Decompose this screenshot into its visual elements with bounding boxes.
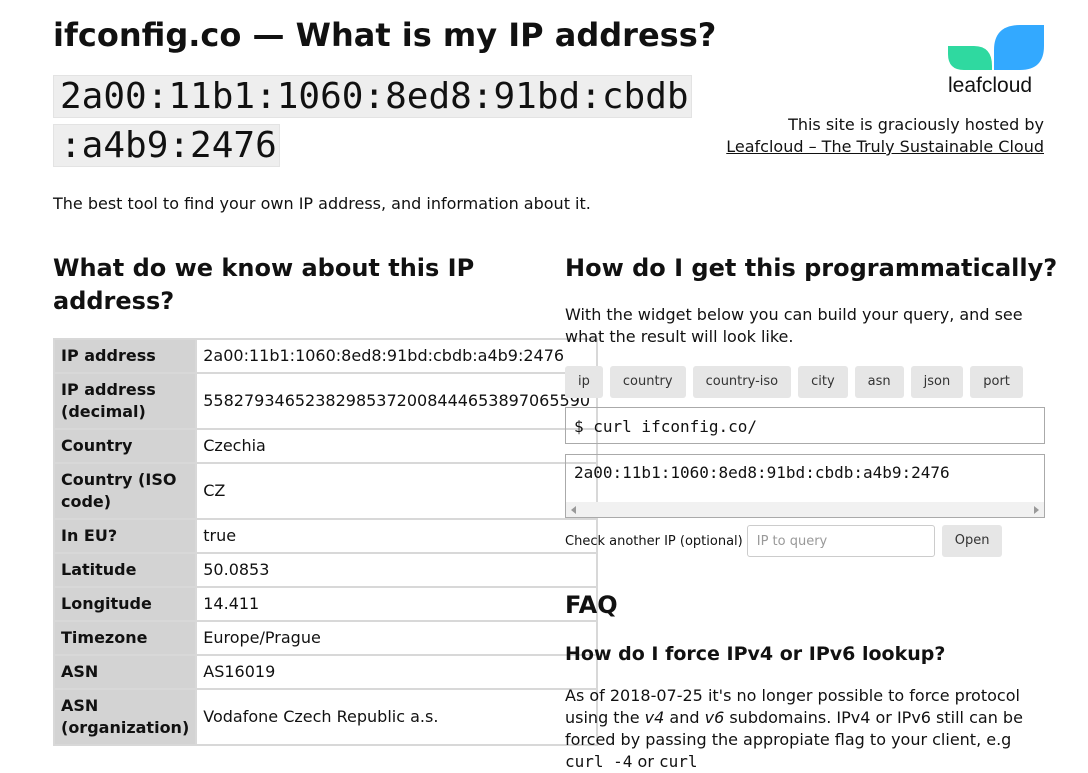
ip-info-heading-line-2: address? [53, 287, 175, 315]
curl-result-text: 2a00:11b1:1060:8ed8:91bd:cbdb:a4b9:2476 [574, 463, 950, 482]
row-value: 55827934652382985372008444653897065590 [195, 372, 599, 430]
faq-answer-text: and [664, 708, 705, 727]
horizontal-scrollbar[interactable] [566, 502, 1044, 517]
faq-answer-text: or [632, 752, 659, 771]
query-type-buttons: ip country country-iso city asn json por… [565, 366, 1023, 398]
query-button-country-iso[interactable]: country-iso [692, 366, 792, 398]
ip-address-line-2: :a4b9:2476 [53, 124, 280, 167]
row-value: 50.0853 [195, 552, 599, 588]
faq-code-curl: curl [658, 752, 698, 771]
row-value: 14.411 [195, 586, 599, 622]
row-key: IP address (decimal) [52, 372, 198, 430]
ip-address-display: 2a00:11b1:1060:8ed8:91bd:cbdb :a4b9:2476 [53, 72, 693, 170]
ip-info-table: IP address 2a00:11b1:1060:8ed8:91bd:cbdb:… [52, 338, 599, 746]
ip-query-input[interactable] [746, 525, 935, 557]
table-row: IP address (decimal) 55827934652382985372… [52, 372, 599, 430]
row-value: Europe/Prague [195, 620, 599, 656]
curl-command-box[interactable]: $ curl ifconfig.co/ [565, 407, 1045, 444]
faq-question-1: How do I force IPv4 or IPv6 lookup? [565, 643, 946, 665]
table-row: Timezone Europe/Prague [52, 620, 599, 656]
leafcloud-link[interactable]: Leafcloud – The Truly Sustainable Cloud [726, 137, 1044, 156]
faq-answer-1: As of 2018-07-25 it's no longer possible… [565, 685, 1045, 773]
ip-info-heading: What do we know about this IP address? [53, 252, 523, 318]
faq-v6-term: v6 [704, 708, 725, 727]
programmatic-heading: How do I get this programmatically? [565, 254, 1058, 282]
query-button-asn[interactable]: asn [854, 366, 904, 398]
row-value: Vodafone Czech Republic a.s. [195, 688, 599, 746]
faq-heading: FAQ [565, 591, 618, 619]
table-row: In EU? true [52, 518, 599, 554]
open-button[interactable]: Open [941, 525, 1003, 557]
leafcloud-logo-icon: leafcloud [948, 25, 1044, 97]
table-row: Country (ISO code) CZ [52, 462, 599, 520]
row-key: Country (ISO code) [52, 462, 198, 520]
row-key: Latitude [52, 552, 198, 588]
check-ip-row: Check another IP (optional) Open [565, 525, 1003, 557]
table-row: Longitude 14.411 [52, 586, 599, 622]
tagline: The best tool to find your own IP addres… [53, 194, 591, 213]
row-key: Country [52, 428, 198, 464]
table-row: Latitude 50.0853 [52, 552, 599, 588]
query-button-port[interactable]: port [970, 366, 1023, 398]
scroll-right-icon[interactable] [1034, 506, 1039, 514]
row-key: Timezone [52, 620, 198, 656]
query-button-ip[interactable]: ip [565, 366, 603, 398]
check-ip-label: Check another IP (optional) [565, 533, 743, 549]
row-value: Czechia [195, 428, 599, 464]
scroll-left-icon[interactable] [571, 506, 576, 514]
table-row: IP address 2a00:11b1:1060:8ed8:91bd:cbdb:… [52, 338, 599, 374]
table-row: ASN (organization) Vodafone Czech Republi… [52, 688, 599, 746]
row-value: 2a00:11b1:1060:8ed8:91bd:cbdb:a4b9:2476 [195, 338, 599, 374]
row-key: IP address [52, 338, 198, 374]
widget-intro: With the widget below you can build your… [565, 305, 1023, 346]
leafcloud-logo-text: leafcloud [948, 74, 1032, 96]
query-button-country[interactable]: country [609, 366, 686, 398]
leafcloud-logo[interactable]: leafcloud [948, 24, 1046, 97]
curl-result-box[interactable]: 2a00:11b1:1060:8ed8:91bd:cbdb:a4b9:2476 [565, 454, 1045, 518]
table-row: Country Czechia [52, 428, 599, 464]
table-row: ASN AS16019 [52, 654, 599, 690]
page-title: ifconfig.co — What is my IP address? [53, 16, 717, 54]
row-key: ASN (organization) [52, 688, 198, 746]
hosting-text: This site is graciously hosted by [788, 115, 1044, 134]
row-key: Longitude [52, 586, 198, 622]
query-button-city[interactable]: city [798, 366, 848, 398]
row-value: CZ [195, 462, 599, 520]
ip-info-heading-line-1: What do we know about this IP [53, 254, 475, 282]
ip-address-line-1: 2a00:11b1:1060:8ed8:91bd:cbdb [53, 75, 692, 118]
faq-v4-term: v4 [644, 708, 665, 727]
row-key: In EU? [52, 518, 198, 554]
query-button-json[interactable]: json [910, 366, 964, 398]
row-key: ASN [52, 654, 198, 690]
row-value: AS16019 [195, 654, 599, 690]
hosting-notice: This site is graciously hosted by Leafcl… [726, 114, 1044, 158]
row-value: true [195, 518, 599, 554]
faq-code-curl-4: curl -4 [565, 752, 633, 771]
